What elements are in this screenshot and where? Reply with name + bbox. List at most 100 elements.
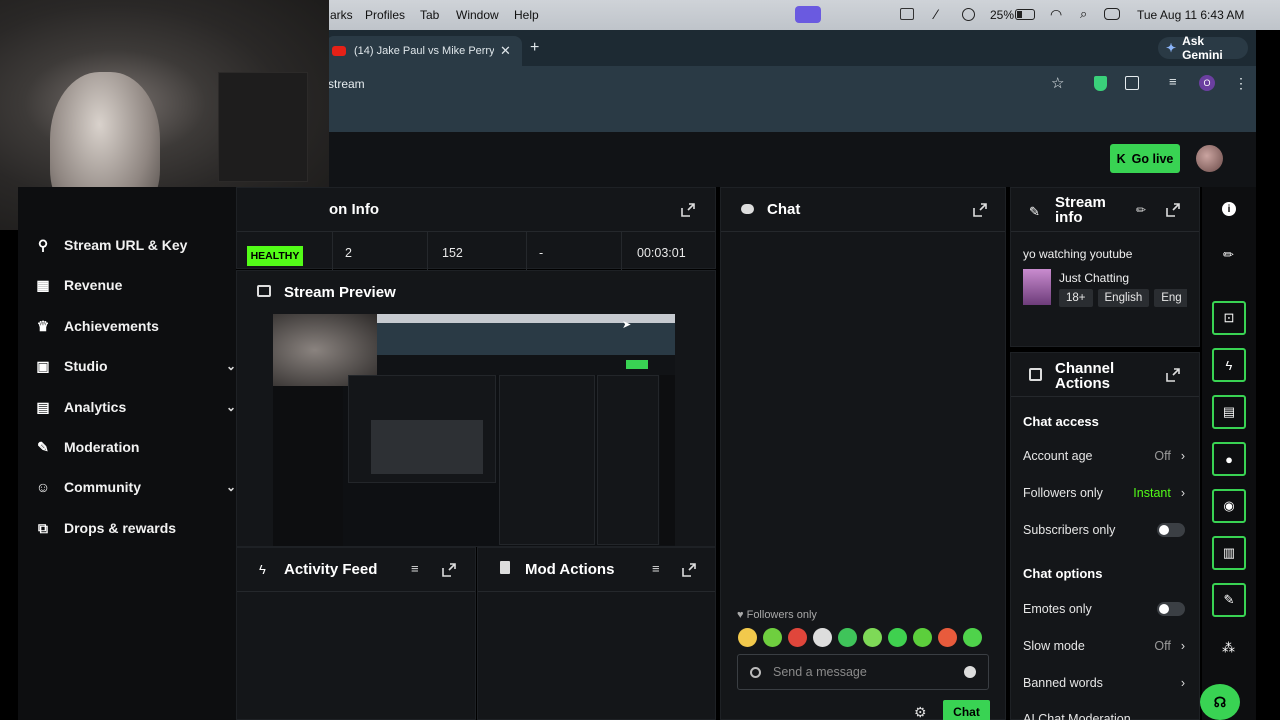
rail-clipboard-icon[interactable]: ▤ <box>1212 395 1246 429</box>
emote-icon[interactable] <box>838 628 857 647</box>
display-icon[interactable] <box>900 8 914 20</box>
divider <box>332 232 333 270</box>
info-icon[interactable]: i <box>1222 202 1236 216</box>
wifi-icon[interactable]: ◠ <box>1050 6 1062 23</box>
popout-icon[interactable] <box>442 563 456 577</box>
chevron-right-icon: › <box>1180 486 1185 500</box>
search-icon[interactable]: ⌕ <box>1080 6 1087 22</box>
shield-extension-icon[interactable] <box>1094 76 1107 91</box>
divider <box>237 591 475 592</box>
extensions-icon[interactable] <box>1125 76 1139 90</box>
screen-record-icon[interactable] <box>795 6 821 23</box>
emote-row <box>738 628 988 647</box>
rail-camera-icon[interactable]: ⊡ <box>1212 301 1246 335</box>
go-live-label: Go live <box>1131 151 1174 166</box>
preview-sidebar <box>273 386 343 546</box>
emote-icon[interactable] <box>788 628 807 647</box>
chat-identity-icon[interactable] <box>750 666 761 678</box>
filter-icon[interactable]: ≡ <box>411 561 419 576</box>
emote-icon[interactable] <box>738 628 757 647</box>
viewer-count: 2 <box>345 246 352 260</box>
popout-icon[interactable] <box>1166 368 1180 382</box>
pen-icon[interactable]: ⁄ <box>935 6 937 22</box>
browser-tab[interactable]: (14) Jake Paul vs Mike Perry ✕ <box>326 36 522 66</box>
chevron-down-icon[interactable]: ⌄ <box>226 480 236 494</box>
sidebar-item-community[interactable]: ☺ Community ⌄ <box>36 479 236 495</box>
sidebar-item-drops-rewards[interactable]: ⧉ Drops & rewards <box>36 520 176 537</box>
sidebar-item-revenue[interactable]: ▦ Revenue <box>36 277 122 294</box>
rail-community-icon[interactable]: ⁂ <box>1222 640 1235 656</box>
emote-icon[interactable] <box>888 628 907 647</box>
filter-icon[interactable]: ≡ <box>652 561 660 576</box>
rail-lightning-icon[interactable]: ϟ <box>1212 348 1246 382</box>
emote-icon[interactable] <box>938 628 957 647</box>
chat-input[interactable]: Send a message <box>737 654 989 690</box>
tag-chip[interactable]: 18+ <box>1059 289 1093 307</box>
sidebar-item-stream-url-key[interactable]: ⚲ Stream URL & Key <box>36 237 188 254</box>
title-line: Channel <box>1055 360 1115 377</box>
background-doorway <box>218 72 308 182</box>
ai-moderation-row[interactable]: AI Chat Moderation <box>1023 712 1185 720</box>
menu-help[interactable]: Help <box>514 8 539 22</box>
sidebar-item-studio[interactable]: ▣ Studio ⌄ <box>36 358 236 375</box>
control-center-icon[interactable] <box>1104 8 1120 20</box>
go-live-button[interactable]: K Go live <box>1110 144 1180 173</box>
popout-icon[interactable] <box>973 203 987 217</box>
battery-icon[interactable] <box>1015 9 1035 20</box>
emote-icon[interactable] <box>763 628 782 647</box>
banned-words-row[interactable]: Banned words › <box>1023 676 1185 690</box>
chevron-down-icon[interactable]: ⌄ <box>226 359 236 373</box>
gemini-icon: ✦ <box>1166 41 1177 55</box>
ask-gemini-button[interactable]: ✦ Ask Gemini <box>1158 34 1248 62</box>
sidebar-item-analytics[interactable]: ▤ Analytics ⌄ <box>36 399 236 416</box>
popout-icon[interactable] <box>1166 203 1180 217</box>
profile-avatar[interactable]: O <box>1199 75 1215 91</box>
preview-video[interactable]: ➤ <box>273 314 675 546</box>
rail-chat-icon[interactable]: ● <box>1212 442 1246 476</box>
menu-bookmarks[interactable]: arks <box>330 8 353 22</box>
sidebar-item-label: Moderation <box>64 439 140 455</box>
help-support-button[interactable]: ☊ <box>1200 684 1240 720</box>
settings-gear-icon[interactable]: ⚙ <box>914 704 927 720</box>
more-menu-icon[interactable]: ⋮ <box>1234 75 1248 92</box>
cursor-icon: ➤ <box>622 319 632 331</box>
subscribers-only-toggle[interactable] <box>1157 523 1185 537</box>
rail-layout-icon[interactable]: ▥ <box>1212 536 1246 570</box>
emote-icon[interactable] <box>863 628 882 647</box>
chat-mode-label: ♥ Followers only <box>737 609 817 621</box>
new-tab-button[interactable]: + <box>530 39 539 57</box>
emote-icon[interactable] <box>813 628 832 647</box>
popout-icon[interactable] <box>681 203 695 217</box>
menu-window[interactable]: Window <box>456 8 499 22</box>
url-text[interactable]: stream <box>328 77 365 91</box>
trophy-icon: ♛ <box>36 317 50 334</box>
chevron-down-icon[interactable]: ⌄ <box>226 400 236 414</box>
edit-pencil-icon[interactable]: ✏ <box>1136 203 1146 217</box>
followers-only-row[interactable]: Followers only Instant › <box>1023 486 1185 500</box>
user-avatar[interactable] <box>1196 145 1223 172</box>
sidebar-item-moderation[interactable]: ✎ Moderation <box>36 439 140 456</box>
sidebar: ⚲ Stream URL & Key ▦ Revenue ♛ Achievements… <box>18 187 236 720</box>
rail-broadcast-icon[interactable]: ◉ <box>1212 489 1246 523</box>
menu-tab[interactable]: Tab <box>420 8 439 22</box>
emoji-icon[interactable] <box>964 666 976 678</box>
emote-icon[interactable] <box>913 628 932 647</box>
play-icon[interactable] <box>962 8 975 21</box>
emote-icon[interactable] <box>963 628 982 647</box>
media-icon[interactable]: ≡ <box>1169 74 1177 89</box>
popout-icon[interactable] <box>682 563 696 577</box>
menu-profiles[interactable]: Profiles <box>365 8 405 22</box>
rail-wrench-icon[interactable]: ✎ <box>1212 583 1246 617</box>
slow-mode-row[interactable]: Slow mode Off › <box>1023 639 1185 653</box>
bookmark-star-icon[interactable]: ☆ <box>1051 74 1064 92</box>
chat-send-button[interactable]: Chat <box>943 700 990 720</box>
tag-chip[interactable]: Eng <box>1154 289 1187 307</box>
sidebar-item-achievements[interactable]: ♛ Achievements <box>36 317 159 335</box>
edit-pencil-icon[interactable]: ✏ <box>1223 247 1234 263</box>
emotes-only-toggle[interactable] <box>1157 602 1185 616</box>
tab-close-icon[interactable]: ✕ <box>500 43 511 59</box>
account-age-row[interactable]: Account age Off › <box>1023 449 1185 463</box>
tag-chip[interactable]: English <box>1097 289 1150 307</box>
mod-actions-title: Mod Actions <box>525 561 615 578</box>
activity-feed-title: Activity Feed <box>284 561 378 578</box>
